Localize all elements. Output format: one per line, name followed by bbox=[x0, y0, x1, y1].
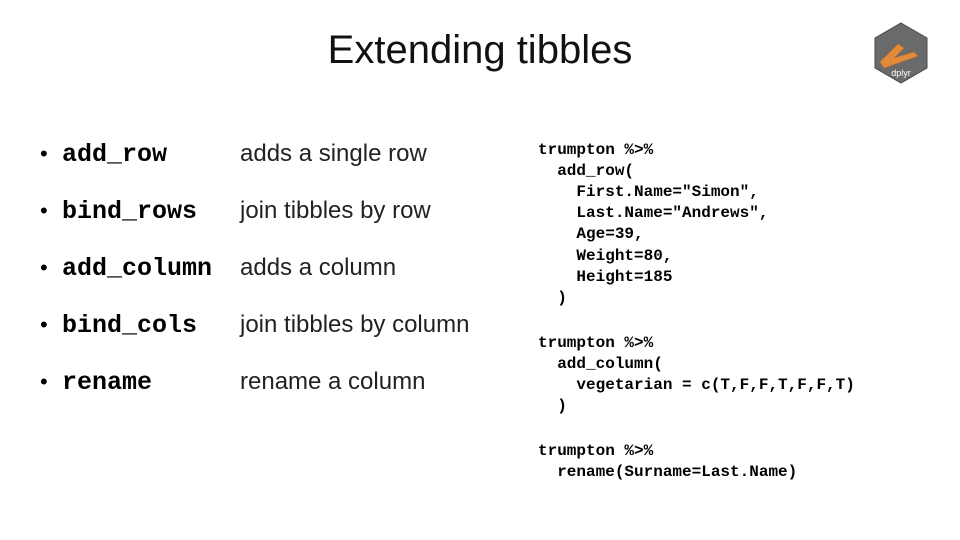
function-desc: rename a column bbox=[240, 368, 425, 396]
code-block: trumpton %>% add_row( First.Name="Simon"… bbox=[538, 140, 920, 309]
function-name: bind_cols bbox=[62, 311, 240, 340]
code-examples: trumpton %>% add_row( First.Name="Simon"… bbox=[510, 140, 920, 508]
function-name: add_column bbox=[62, 254, 240, 283]
code-block: trumpton %>% rename(Surname=Last.Name) bbox=[538, 441, 920, 483]
bullet-icon: • bbox=[40, 141, 62, 167]
bullet-icon: • bbox=[40, 312, 62, 338]
list-item: • rename rename a column bbox=[40, 368, 510, 397]
list-item: • bind_cols join tibbles by column bbox=[40, 311, 510, 340]
content-area: • add_row adds a single row • bind_rows … bbox=[40, 140, 920, 508]
function-name: add_row bbox=[62, 140, 240, 169]
list-item: • add_column adds a column bbox=[40, 254, 510, 283]
function-desc: adds a column bbox=[240, 254, 396, 282]
list-item: • bind_rows join tibbles by row bbox=[40, 197, 510, 226]
page-title: Extending tibbles bbox=[0, 28, 960, 73]
list-item: • add_row adds a single row bbox=[40, 140, 510, 169]
bullet-icon: • bbox=[40, 198, 62, 224]
code-block: trumpton %>% add_column( vegetarian = c(… bbox=[538, 333, 920, 417]
bullet-icon: • bbox=[40, 255, 62, 281]
logo-label: dplyr bbox=[891, 68, 911, 78]
function-name: bind_rows bbox=[62, 197, 240, 226]
dplyr-logo: dplyr bbox=[874, 22, 928, 84]
function-list: • add_row adds a single row • bind_rows … bbox=[40, 140, 510, 508]
bullet-icon: • bbox=[40, 369, 62, 395]
function-desc: join tibbles by row bbox=[240, 197, 431, 225]
function-name: rename bbox=[62, 368, 240, 397]
function-desc: join tibbles by column bbox=[240, 311, 469, 339]
function-desc: adds a single row bbox=[240, 140, 427, 168]
